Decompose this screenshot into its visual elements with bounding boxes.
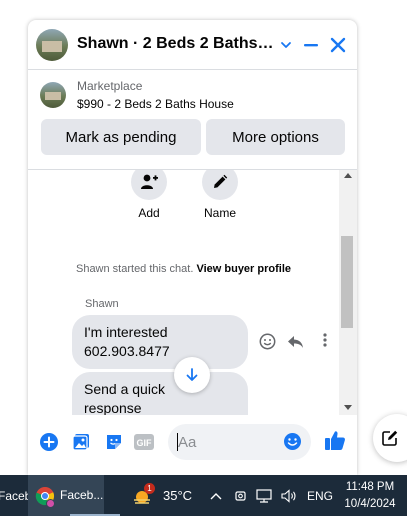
add-person-icon[interactable] [131,170,167,200]
thumbs-up-icon[interactable] [323,428,347,452]
chat-window: Shawn · 2 Beds 2 Baths House Marketplace… [28,20,357,475]
listing-thumbnail[interactable] [40,82,66,108]
close-icon[interactable] [326,33,350,57]
message-line: I'm interested [84,324,168,340]
svg-text:GIF: GIF [137,438,153,448]
windows-taskbar: Faceb... Faceb... 1 35°C ENG 11:48 PM 10… [0,475,407,516]
pencil-icon[interactable] [202,170,238,200]
message-thread: Add Name Shawn started this chat. View b… [28,170,357,415]
taskbar-chrome-active[interactable]: Faceb... [28,475,120,516]
minimize-icon[interactable] [299,33,323,57]
plus-circle-icon[interactable] [38,431,60,453]
clock-date: 10/4/2024 [344,498,396,510]
new-message-button[interactable] [373,414,407,462]
chat-started-notice: Shawn started this chat. View buyer prof… [28,263,339,275]
photo-icon[interactable] [70,431,92,453]
compose-icon [381,429,399,447]
message-line: Send a quick [84,381,165,397]
gif-icon[interactable]: GIF [133,431,155,453]
message-line: response [84,400,142,415]
camera-icon[interactable] [234,475,248,516]
reply-icon[interactable] [287,333,305,351]
react-icon[interactable] [259,333,277,351]
sender-name: Shawn [85,298,119,310]
message-placeholder: Aa [178,434,197,451]
weather-badge: 1 [144,482,155,494]
scroll-to-bottom-button[interactable] [174,357,210,393]
started-text: Shawn started this chat. [75,263,194,275]
scrollbar-thumb[interactable] [341,236,353,328]
add-person-action[interactable]: Add [119,170,179,220]
avatar[interactable] [36,29,68,61]
listing-title[interactable]: $990 - 2 Beds 2 Baths House [77,97,234,111]
mark-as-pending-button[interactable]: Mark as pending [41,119,201,155]
volume-icon[interactable] [281,475,297,516]
name-action[interactable]: Name [190,170,250,220]
message-bubble[interactable]: Send a quick response [72,372,248,415]
scrollbar[interactable] [339,170,357,415]
chevron-down-icon[interactable] [274,33,298,57]
message-bubble[interactable]: I'm interested 602.903.8477 [72,315,248,369]
chat-header[interactable]: Shawn · 2 Beds 2 Baths House [28,20,357,70]
weather-temp: 35°C [163,488,193,503]
chrome-label: Faceb... [60,488,104,502]
language-label: ENG [307,488,334,503]
weather-icon: 1 [131,482,155,507]
clock-time: 11:48 PM [345,481,395,493]
desktop: Shawn · 2 Beds 2 Baths House Marketplace… [0,0,407,516]
add-label: Add [138,206,160,220]
name-label: Name [203,206,236,220]
view-buyer-profile-link[interactable]: View buyer profile [196,263,291,275]
network-icon[interactable] [256,475,272,516]
scroll-down-arrow-icon[interactable] [344,405,352,410]
composer: GIF Aa [28,415,357,475]
chat-title[interactable]: Shawn · 2 Beds 2 Baths House [77,35,277,53]
weather-widget[interactable]: 1 35°C [131,475,192,516]
more-options-button[interactable]: More options [206,119,345,155]
scroll-up-arrow-icon[interactable] [344,173,352,178]
message-line: 602.903.8477 [84,343,170,359]
profile-badge-icon [46,499,55,508]
language-indicator[interactable]: ENG [307,475,333,516]
chevron-up-icon[interactable] [210,475,222,516]
system-clock[interactable]: 11:48 PM 10/4/2024 [343,479,397,513]
more-icon[interactable] [319,333,331,351]
marketplace-listing-panel: Marketplace $990 - 2 Beds 2 Baths House … [28,70,357,170]
marketplace-label: Marketplace [77,79,143,93]
message-input[interactable]: Aa [168,424,311,460]
message-tools [259,333,331,351]
sticker-icon[interactable] [103,431,125,453]
emoji-icon[interactable] [283,432,302,456]
